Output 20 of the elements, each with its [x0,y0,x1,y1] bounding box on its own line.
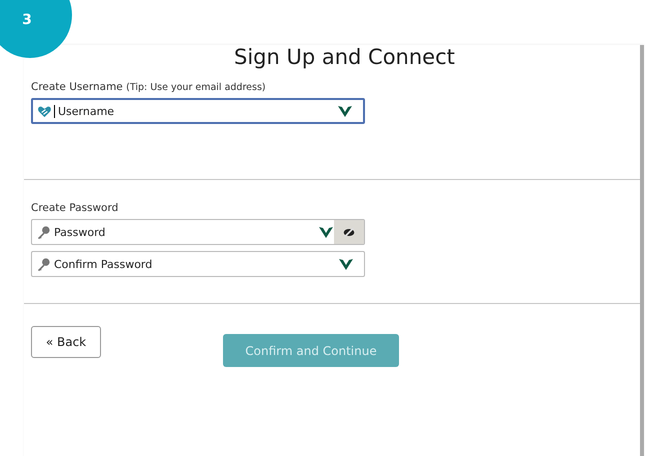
input-field[interactable]: Username [31,98,365,124]
show-password-button[interactable] [334,220,364,244]
chevron-check-icon [338,257,354,271]
step-number-badge: 3 [0,0,72,58]
eye-slash-icon [342,226,356,238]
input-field[interactable]: Confirm Password [31,251,365,277]
field-label: Create Username [31,81,123,93]
heart-icon [37,104,52,118]
page-title: Sign Up and Connect [234,45,455,69]
input-field[interactable]: Password [31,219,365,245]
field-hint: (Tip: Use your email address) [126,82,266,93]
key-icon [36,224,51,240]
field-label: Create Password [31,202,118,214]
key-icon [36,256,51,272]
chevron-check-icon [318,225,334,239]
text-input[interactable]: Username [55,104,337,118]
text-input[interactable]: Confirm Password [51,258,338,270]
text-input[interactable]: Password [51,226,318,238]
chevron-check-icon [337,104,353,118]
back-button[interactable]: « Back [31,326,101,358]
